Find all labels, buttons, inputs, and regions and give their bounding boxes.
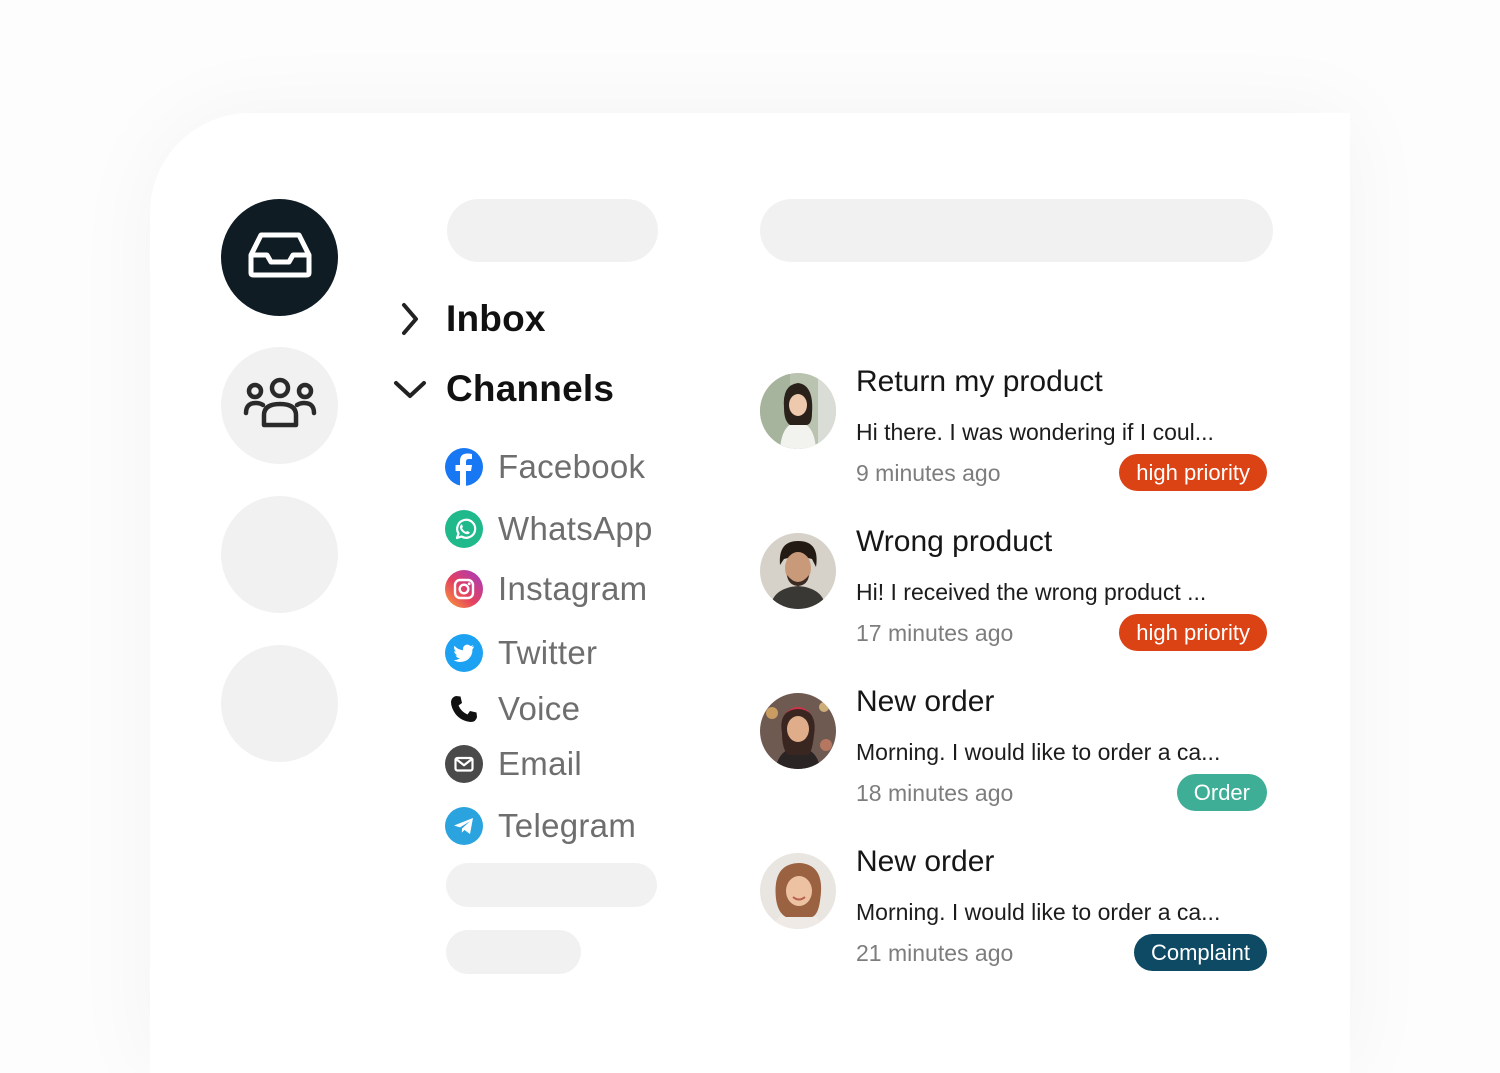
conversation-preview: Morning. I would like to order a ca...: [856, 739, 1221, 765]
nav-placeholder: [446, 863, 657, 907]
conversation-title: Return my product: [856, 365, 1103, 398]
channel-label: WhatsApp: [498, 510, 653, 547]
channel-label: Voice: [498, 690, 581, 727]
conversation-timestamp: 17 minutes ago: [856, 620, 1014, 646]
phone-icon: [445, 690, 483, 728]
inbox-tray-icon: [247, 231, 313, 284]
channel-label: Telegram: [498, 807, 637, 844]
nav-channels[interactable]: Channels: [390, 368, 614, 410]
conversation-title: Wrong product: [856, 525, 1053, 558]
channel-label: Twitter: [498, 634, 598, 671]
avatar: [760, 533, 836, 609]
channel-whatsapp[interactable]: WhatsApp: [445, 507, 653, 551]
priority-badge: high priority: [1119, 454, 1267, 491]
search-placeholder: [447, 199, 658, 262]
conversation-title: New order: [856, 685, 995, 718]
category-badge: Order: [1176, 774, 1267, 811]
conversation-item[interactable]: New order Morning. I would like to order…: [760, 845, 1270, 983]
telegram-icon: [445, 807, 483, 845]
chevron-down-icon: [390, 369, 430, 409]
category-badge: Complaint: [1133, 934, 1267, 971]
rail-placeholder-button[interactable]: [221, 645, 338, 762]
chevron-right-icon: [390, 299, 430, 339]
nav-inbox[interactable]: Inbox: [390, 298, 546, 340]
avatar: [760, 373, 836, 449]
channel-voice[interactable]: Voice: [445, 687, 580, 731]
channel-facebook[interactable]: Facebook: [445, 445, 645, 489]
channel-instagram[interactable]: Instagram: [445, 567, 647, 611]
conversation-timestamp: 9 minutes ago: [856, 460, 1001, 486]
channel-email[interactable]: Email: [445, 742, 582, 786]
conversation-item[interactable]: New order Morning. I would like to order…: [760, 685, 1270, 823]
inbox-rail-button[interactable]: [221, 199, 338, 316]
conversation-item[interactable]: Return my product Hi there. I was wonder…: [760, 365, 1270, 503]
instagram-icon: [445, 570, 483, 608]
header-placeholder: [760, 199, 1273, 262]
team-rail-button[interactable]: [221, 347, 338, 464]
avatar: [760, 853, 836, 929]
conversation-preview: Hi there. I was wondering if I coul...: [856, 419, 1214, 445]
priority-badge: high priority: [1119, 614, 1267, 651]
channel-twitter[interactable]: Twitter: [445, 631, 597, 675]
nav-placeholder: [446, 930, 581, 974]
conversation-item[interactable]: Wrong product Hi! I received the wrong p…: [760, 525, 1270, 663]
email-icon: [445, 745, 483, 783]
conversation-preview: Hi! I received the wrong product ...: [856, 579, 1207, 605]
team-icon: [242, 375, 318, 436]
facebook-icon: [445, 448, 483, 486]
conversation-timestamp: 18 minutes ago: [856, 780, 1014, 806]
whatsapp-icon: [445, 510, 483, 548]
channel-label: Instagram: [498, 570, 648, 607]
channel-telegram[interactable]: Telegram: [445, 804, 636, 848]
rail-placeholder-button[interactable]: [221, 496, 338, 613]
avatar: [760, 693, 836, 769]
conversation-title: New order: [856, 845, 995, 878]
nav-inbox-label: Inbox: [446, 298, 546, 339]
channel-label: Facebook: [498, 448, 646, 485]
twitter-icon: [445, 634, 483, 672]
nav-channels-label: Channels: [446, 368, 615, 409]
conversation-preview: Morning. I would like to order a ca...: [856, 899, 1221, 925]
channel-label: Email: [498, 745, 583, 782]
conversation-timestamp: 21 minutes ago: [856, 940, 1014, 966]
